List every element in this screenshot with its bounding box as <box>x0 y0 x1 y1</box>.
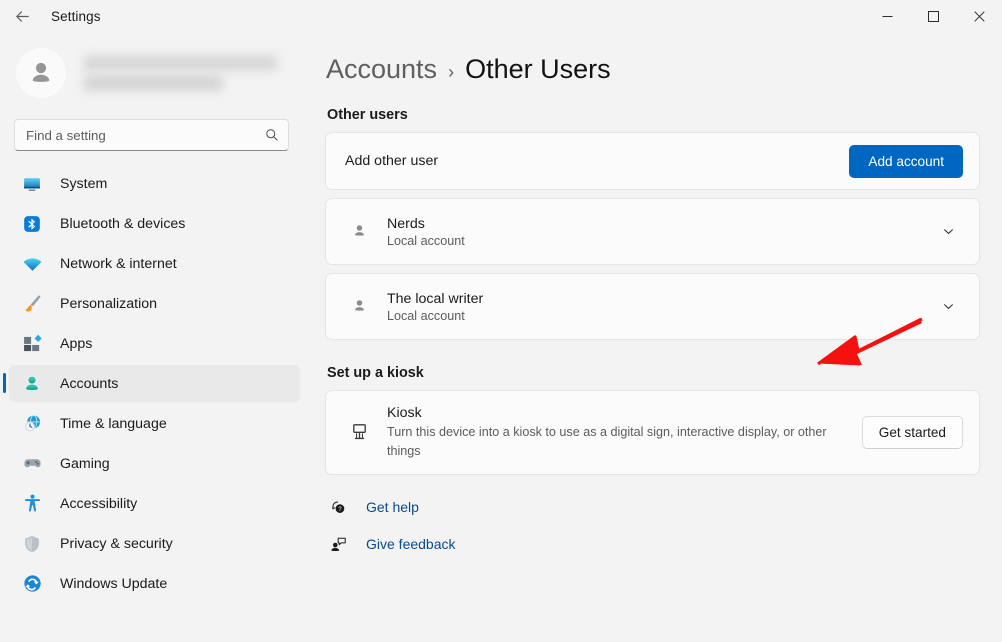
back-button[interactable] <box>5 1 39 31</box>
wifi-icon <box>20 253 44 275</box>
redaction-bar-line2 <box>84 75 223 91</box>
chevron-down-icon[interactable] <box>933 300 963 313</box>
back-arrow-icon <box>14 8 31 25</box>
user-account-texts: The local writer Local account <box>387 291 933 323</box>
user-account-texts: Nerds Local account <box>387 216 933 248</box>
get-started-button[interactable]: Get started <box>862 416 963 449</box>
sidebar-item-personalization[interactable]: Personalization <box>9 285 300 322</box>
avatar <box>16 48 66 98</box>
add-account-button[interactable]: Add account <box>849 145 963 178</box>
user-account-type: Local account <box>387 309 933 323</box>
main-content: Accounts › Other Users Other users Add o… <box>305 32 1002 642</box>
add-other-user-label: Add other user <box>345 153 438 169</box>
close-icon <box>974 11 985 22</box>
gamepad-icon <box>20 453 44 475</box>
add-other-user-card: Add other user Add account <box>325 132 980 190</box>
sidebar-item-label: System <box>60 176 107 192</box>
search-box[interactable] <box>14 119 289 151</box>
kiosk-card: Kiosk Turn this device into a kiosk to u… <box>325 390 980 475</box>
sidebar-item-accessibility[interactable]: Accessibility <box>9 485 300 522</box>
user-account-name: Nerds <box>387 216 933 232</box>
globe-clock-icon <box>20 413 44 435</box>
person-avatar-icon <box>26 58 56 88</box>
get-help-link[interactable]: ? Get help <box>327 492 419 522</box>
update-icon <box>20 573 44 595</box>
footer-links: ? Get help Give feedback <box>327 492 980 559</box>
sidebar-item-network-internet[interactable]: Network & internet <box>9 245 300 282</box>
window-title: Settings <box>51 9 101 24</box>
kiosk-title: Kiosk <box>387 405 862 421</box>
sidebar-item-privacy-security[interactable]: Privacy & security <box>9 525 300 562</box>
window-controls <box>864 0 1002 32</box>
user-account-row[interactable]: Nerds Local account <box>325 198 980 265</box>
person-icon <box>345 298 373 315</box>
apps-icon <box>20 333 44 355</box>
get-help-label: Get help <box>366 499 419 515</box>
person-icon <box>345 223 373 240</box>
page-title: Other Users <box>465 54 611 85</box>
feedback-person-icon <box>327 536 349 553</box>
person-icon <box>20 373 44 395</box>
monitor-icon <box>20 173 44 195</box>
redaction-bar-line1 <box>84 56 277 70</box>
sidebar-item-label: Apps <box>60 336 92 352</box>
settings-window: Settings <box>0 0 1002 642</box>
help-question-icon: ? <box>327 499 349 516</box>
breadcrumb: Accounts › Other Users <box>326 54 980 85</box>
breadcrumb-parent[interactable]: Accounts <box>326 54 437 85</box>
user-account-type: Local account <box>387 234 933 248</box>
svg-text:?: ? <box>338 506 342 513</box>
accessibility-icon <box>20 493 44 515</box>
sidebar-item-label: Privacy & security <box>60 536 173 552</box>
section-heading-other-users: Other users <box>327 107 980 123</box>
sidebar-item-label: Windows Update <box>60 576 167 592</box>
kiosk-texts: Kiosk Turn this device into a kiosk to u… <box>387 405 862 460</box>
shield-icon <box>20 533 44 555</box>
account-profile[interactable] <box>0 37 305 109</box>
sidebar-item-windows-update[interactable]: Windows Update <box>9 565 300 602</box>
sidebar-item-label: Time & language <box>60 416 167 432</box>
paintbrush-icon <box>20 293 44 315</box>
user-account-row[interactable]: The local writer Local account <box>325 273 980 340</box>
sidebar-item-accounts[interactable]: Accounts <box>9 365 300 402</box>
give-feedback-link[interactable]: Give feedback <box>327 529 456 559</box>
chevron-down-icon[interactable] <box>933 225 963 238</box>
maximize-icon <box>928 11 939 22</box>
sidebar-item-label: Accessibility <box>60 496 137 512</box>
sidebar-item-apps[interactable]: Apps <box>9 325 300 362</box>
title-bar: Settings <box>0 0 1002 32</box>
search-input[interactable] <box>26 128 265 143</box>
kiosk-display-icon <box>345 422 373 443</box>
sidebar-item-label: Personalization <box>60 296 157 312</box>
minimize-icon <box>882 11 893 22</box>
give-feedback-label: Give feedback <box>366 536 456 552</box>
sidebar-item-gaming[interactable]: Gaming <box>9 445 300 482</box>
bluetooth-icon <box>20 213 44 235</box>
maximize-button[interactable] <box>910 0 956 32</box>
section-heading-kiosk: Set up a kiosk <box>327 365 980 381</box>
kiosk-description: Turn this device into a kiosk to use as … <box>387 423 857 460</box>
breadcrumb-separator-icon: › <box>448 62 454 83</box>
sidebar: System Bluetooth & devices <box>0 32 305 642</box>
sidebar-item-time-language[interactable]: Time & language <box>9 405 300 442</box>
close-button[interactable] <box>956 0 1002 32</box>
sidebar-item-label: Gaming <box>60 456 110 472</box>
sidebar-item-label: Network & internet <box>60 256 177 272</box>
sidebar-nav: System Bluetooth & devices <box>0 165 305 642</box>
account-name-redacted <box>84 56 305 91</box>
search-icon <box>265 128 279 142</box>
sidebar-item-label: Accounts <box>60 376 118 392</box>
user-account-name: The local writer <box>387 291 933 307</box>
sidebar-item-bluetooth-devices[interactable]: Bluetooth & devices <box>9 205 300 242</box>
sidebar-item-label: Bluetooth & devices <box>60 216 185 232</box>
sidebar-item-system[interactable]: System <box>9 165 300 202</box>
minimize-button[interactable] <box>864 0 910 32</box>
